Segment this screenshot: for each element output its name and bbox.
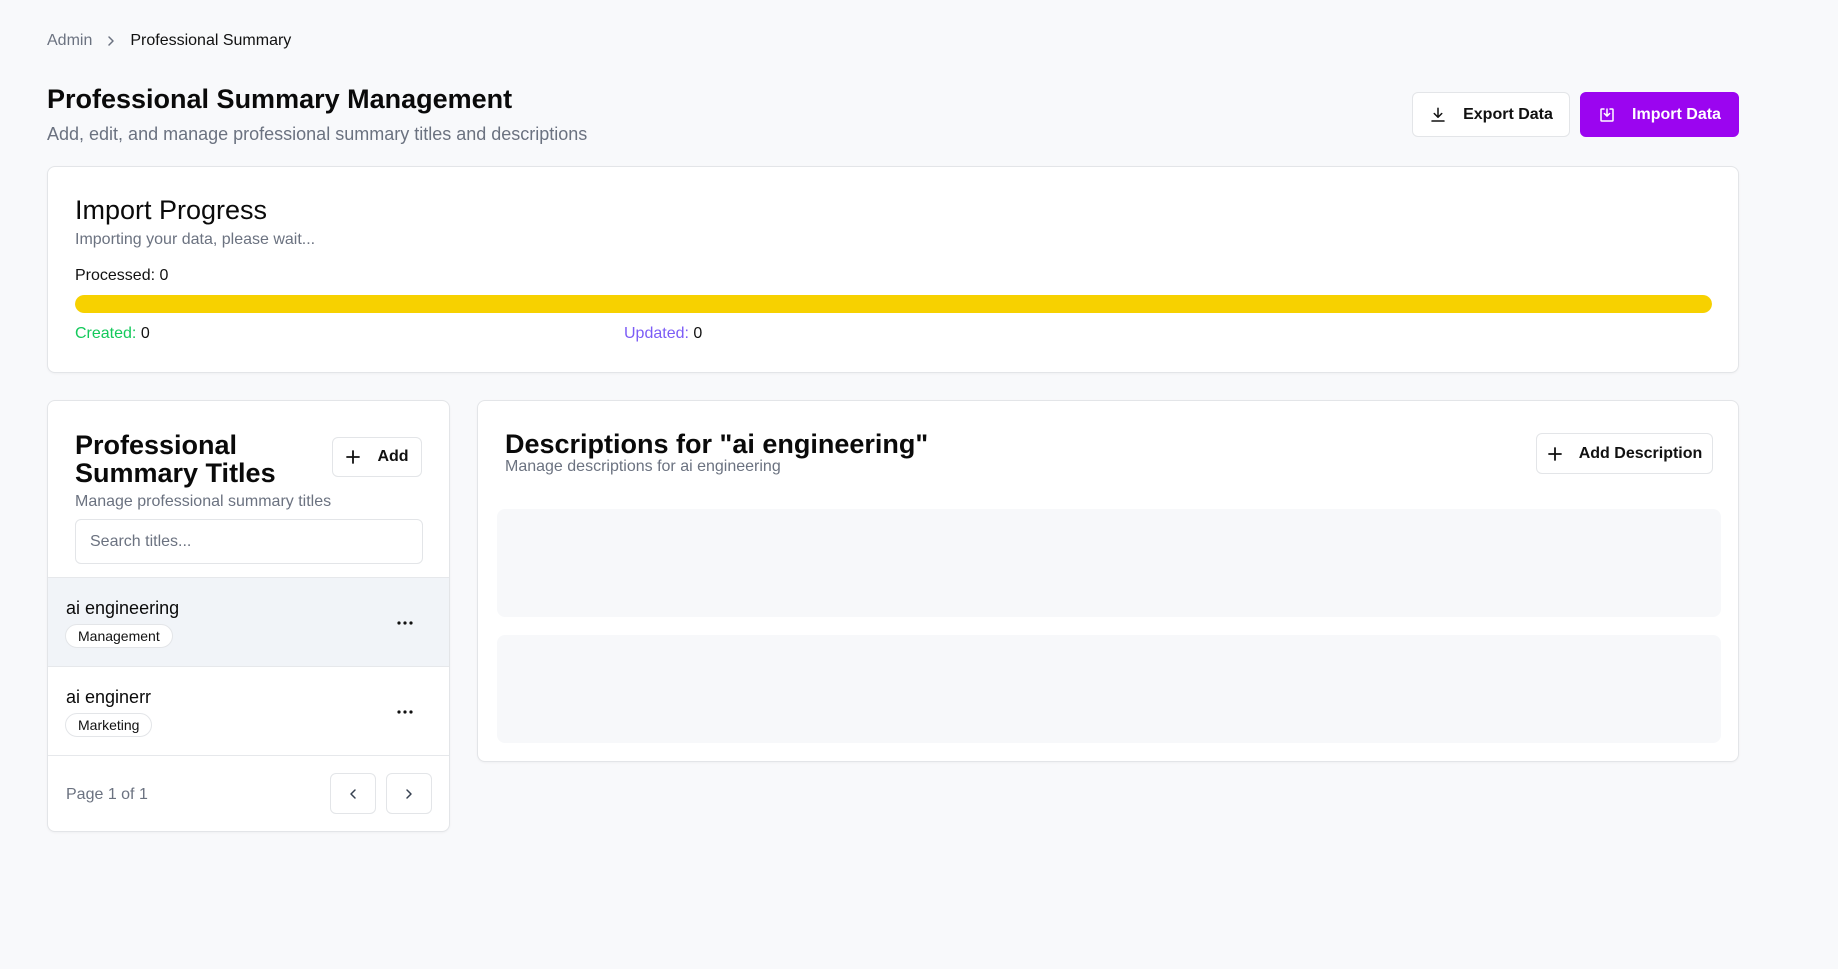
updated-value: 0 [693,325,703,342]
loading-skeleton [497,509,1721,617]
plus-icon [346,450,361,464]
loading-skeleton [497,635,1721,743]
title-item-name: ai enginerr [66,687,152,707]
previous-page-button[interactable] [330,773,376,814]
chevron-right-icon [406,788,412,799]
updated-label: Updated: [624,325,689,342]
descriptions-title: Descriptions for "ai engineering" [505,429,929,459]
title-item-name: ai engineering [66,598,180,618]
category-badge: Marketing [65,713,153,737]
page-title: Professional Summary Management [47,84,513,114]
next-page-button[interactable] [386,773,432,814]
page-info: Page 1 of 1 [66,786,148,803]
more-horizontal-icon [397,621,413,625]
descriptions-panel: Descriptions for "ai engineering" Manage… [477,400,1739,762]
import-icon [1600,107,1614,122]
breadcrumb-admin-link[interactable]: Admin [47,32,92,50]
more-horizontal-icon [397,710,413,714]
page-subtitle: Add, edit, and manage professional summa… [47,124,588,144]
import-data-label: Import Data [1632,105,1721,123]
titles-panel: Professional Summary Titles Add Manage p… [47,400,450,832]
more-options-button[interactable] [388,697,422,727]
created-label: Created: [75,325,137,342]
breadcrumb-current: Professional Summary [130,32,292,49]
titles-panel-subtitle: Manage professional summary titles [75,493,332,510]
descriptions-subtitle: Manage descriptions for ai engineering [505,458,781,475]
export-data-label: Export Data [1463,105,1553,123]
title-list-item[interactable]: ai engineering Management [48,577,449,666]
created-stat: Created: 0 [75,325,150,343]
search-titles-input[interactable] [75,519,423,564]
processed-count: Processed: 0 [75,267,169,284]
chevron-right-icon [106,35,116,47]
more-options-button[interactable] [388,608,422,638]
progress-bar [75,295,1712,313]
chevron-left-icon [350,788,356,799]
title-list-item[interactable]: ai enginerr Marketing [48,666,449,755]
pagination: Page 1 of 1 [48,755,449,831]
add-description-label: Add Description [1578,444,1703,462]
import-progress-title: Import Progress [75,195,268,225]
created-value: 0 [140,325,150,342]
add-title-label: Add [377,448,409,465]
plus-icon [1547,446,1562,461]
import-progress-subtitle: Importing your data, please wait... [75,231,316,248]
updated-stat: Updated: 0 [624,325,702,343]
breadcrumb: Admin Professional Summary [47,32,291,50]
export-data-button[interactable]: Export Data [1412,92,1570,137]
progress-bar-fill [75,295,1712,313]
category-badge: Management [65,624,173,648]
titles-panel-heading: Professional Summary Titles [75,430,276,488]
import-progress-card: Import Progress Importing your data, ple… [47,166,1739,373]
add-title-button[interactable]: Add [332,437,422,477]
add-description-button[interactable]: Add Description [1536,433,1713,474]
download-icon [1431,107,1445,122]
import-data-button[interactable]: Import Data [1580,92,1739,137]
